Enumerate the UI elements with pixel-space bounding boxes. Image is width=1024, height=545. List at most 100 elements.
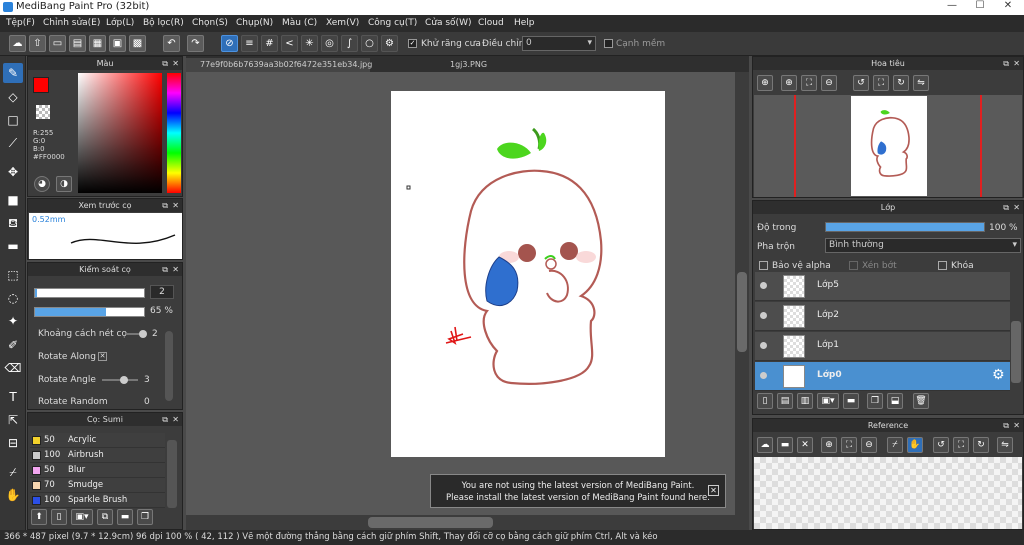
undock-icon[interactable]: ⧉ [1003, 57, 1009, 70]
antialias-checkbox[interactable]: ✓ [408, 39, 417, 48]
folder-icon[interactable]: ▬ [117, 509, 133, 525]
flip-icon[interactable]: ⇋ [997, 437, 1013, 453]
menu-help[interactable]: Help [514, 18, 535, 28]
close-button[interactable]: ✕ [994, 0, 1022, 15]
lasso-icon[interactable]: ◌ [3, 288, 23, 308]
eye-icon[interactable] [760, 282, 767, 289]
snap-parallel-icon[interactable]: ≡ [241, 35, 258, 52]
navigator-preview[interactable] [754, 95, 1022, 197]
reset-rotate-icon[interactable]: ⛶ [873, 75, 889, 91]
adjust-select[interactable]: 0 ▾ [522, 36, 596, 51]
fit-icon[interactable]: ⛶ [801, 75, 817, 91]
duplicate-icon[interactable]: ❐ [867, 393, 883, 409]
zoom-in-icon[interactable]: ⊕ [821, 437, 837, 453]
page-icon[interactable]: ▦ [89, 35, 106, 52]
menu-tools[interactable]: Công cụ(T) [368, 18, 417, 28]
zoom-in-icon[interactable]: ⊕ [757, 75, 773, 91]
scrollbar[interactable] [165, 331, 173, 401]
brush-list-item[interactable]: 100 Sparkle Brush [30, 493, 165, 508]
eye-icon[interactable] [760, 342, 767, 349]
rotate-angle-slider[interactable] [102, 376, 138, 384]
menu-filter[interactable]: Bộ lọc(R) [143, 18, 184, 28]
gear-icon[interactable]: ⚙ [992, 367, 1005, 383]
scrollbar[interactable] [167, 440, 177, 508]
tab-document-2[interactable]: 1gj3.PNG [436, 58, 536, 72]
drawing-canvas[interactable] [391, 91, 665, 457]
brush-size-value[interactable]: 2 [150, 285, 174, 299]
fit-icon[interactable]: ⛶ [841, 437, 857, 453]
new-8bit-layer-icon[interactable]: ▥ [797, 393, 813, 409]
snap-radial-icon[interactable]: ✳ [301, 35, 318, 52]
minimize-button[interactable]: — [938, 0, 966, 15]
eye-icon[interactable] [760, 312, 767, 319]
brush-list-item[interactable]: 50 Blur [30, 463, 165, 478]
marquee-icon[interactable]: ⬚ [3, 265, 23, 285]
eyedropper-icon[interactable]: ⌿ [887, 437, 903, 453]
undock-icon[interactable]: ⧉ [162, 413, 168, 426]
open-folder-icon[interactable]: ▬ [777, 437, 793, 453]
protect-alpha-checkbox[interactable] [759, 261, 768, 270]
undo-icon[interactable]: ↶ [163, 35, 180, 52]
spacing-slider[interactable] [126, 330, 147, 338]
palette-icon[interactable]: ◕ [34, 176, 50, 192]
update-notice[interactable]: You are not using the latest version of … [430, 474, 726, 508]
hand-icon[interactable]: ✋ [3, 485, 23, 505]
menu-cloud[interactable]: Cloud [478, 18, 504, 28]
edge-checkbox[interactable] [604, 39, 613, 48]
reset-rotate-icon[interactable]: ⛶ [953, 437, 969, 453]
layer-opacity-slider[interactable] [825, 222, 985, 232]
zoom-out-icon[interactable]: ⊖ [821, 75, 837, 91]
brush-opacity-slider[interactable] [34, 307, 145, 317]
close-icon[interactable]: ✕ [1013, 419, 1020, 432]
duplicate-icon[interactable]: ❐ [137, 509, 153, 525]
brush-icon[interactable]: ✎ [3, 63, 23, 83]
new-layer-icon[interactable]: ▯ [757, 393, 773, 409]
saturation-value-picker[interactable] [78, 73, 162, 193]
brush-list-item[interactable]: 100 Airbrush [30, 448, 165, 463]
blend-mode-select[interactable]: Bình thường ▾ [825, 238, 1021, 253]
close-icon[interactable]: ✕ [172, 57, 179, 70]
brush-size-slider[interactable] [34, 288, 145, 298]
maximize-button[interactable]: ☐ [966, 0, 994, 15]
cloud-icon[interactable]: ☁ [9, 35, 26, 52]
lock-checkbox[interactable] [938, 261, 947, 270]
menu-layer[interactable]: Lớp(L) [106, 18, 134, 28]
clipping-checkbox[interactable] [849, 261, 858, 270]
pen-icon[interactable]: ⟋ [3, 133, 23, 153]
snap-vanish-icon[interactable]: < [281, 35, 298, 52]
divide-icon[interactable]: ⊟ [3, 433, 23, 453]
vertical-scrollbar[interactable] [735, 72, 749, 515]
menu-window[interactable]: Cửa số(W) [425, 18, 471, 28]
reference-view[interactable] [754, 457, 1022, 529]
rotate-right-icon[interactable]: ↻ [973, 437, 989, 453]
copy-icon[interactable]: ⧉ [97, 509, 113, 525]
undock-icon[interactable]: ⧉ [162, 57, 168, 70]
undock-icon[interactable]: ⧉ [1003, 419, 1009, 432]
snap-settings-icon[interactable]: ⚙ [381, 35, 398, 52]
flip-icon[interactable]: ⇋ [913, 75, 929, 91]
eraser-icon[interactable]: ◇ [3, 87, 23, 107]
close-icon[interactable]: ✕ [172, 413, 179, 426]
rotate-left-icon[interactable]: ↺ [933, 437, 949, 453]
close-icon[interactable]: ✕ [797, 437, 813, 453]
rotate-along-checkbox[interactable]: ✕ [98, 352, 107, 361]
brush-list-item[interactable]: 70 Smudge [30, 478, 165, 493]
layer-row[interactable]: Lớp2 [755, 302, 1010, 331]
snap-circle-icon[interactable]: ◎ [321, 35, 338, 52]
fill-rect-icon[interactable]: ■ [3, 190, 23, 210]
menu-snap[interactable]: Chụp(N) [236, 18, 273, 28]
rotate-left-icon[interactable]: ↺ [853, 75, 869, 91]
trash-icon[interactable]: 🗑 [913, 393, 929, 409]
bucket-icon[interactable]: ⛾ [3, 213, 23, 233]
upload-icon[interactable]: ⇧ [29, 35, 46, 52]
transparent-color-swatch[interactable] [36, 105, 50, 119]
add-brush-icon[interactable]: ⬆ [31, 509, 47, 525]
layer-row[interactable]: Lớp1 [755, 332, 1010, 361]
layer-row-selected[interactable]: Lớp0 ⚙ [755, 362, 1010, 391]
menu-select[interactable]: Chọn(S) [192, 18, 228, 28]
zoom-in-icon[interactable]: ⊕ [781, 75, 797, 91]
merge-icon[interactable]: ⬓ [887, 393, 903, 409]
rotate-right-icon[interactable]: ↻ [893, 75, 909, 91]
hand-icon[interactable]: ✋ [907, 437, 923, 453]
redo-icon[interactable]: ↷ [187, 35, 204, 52]
